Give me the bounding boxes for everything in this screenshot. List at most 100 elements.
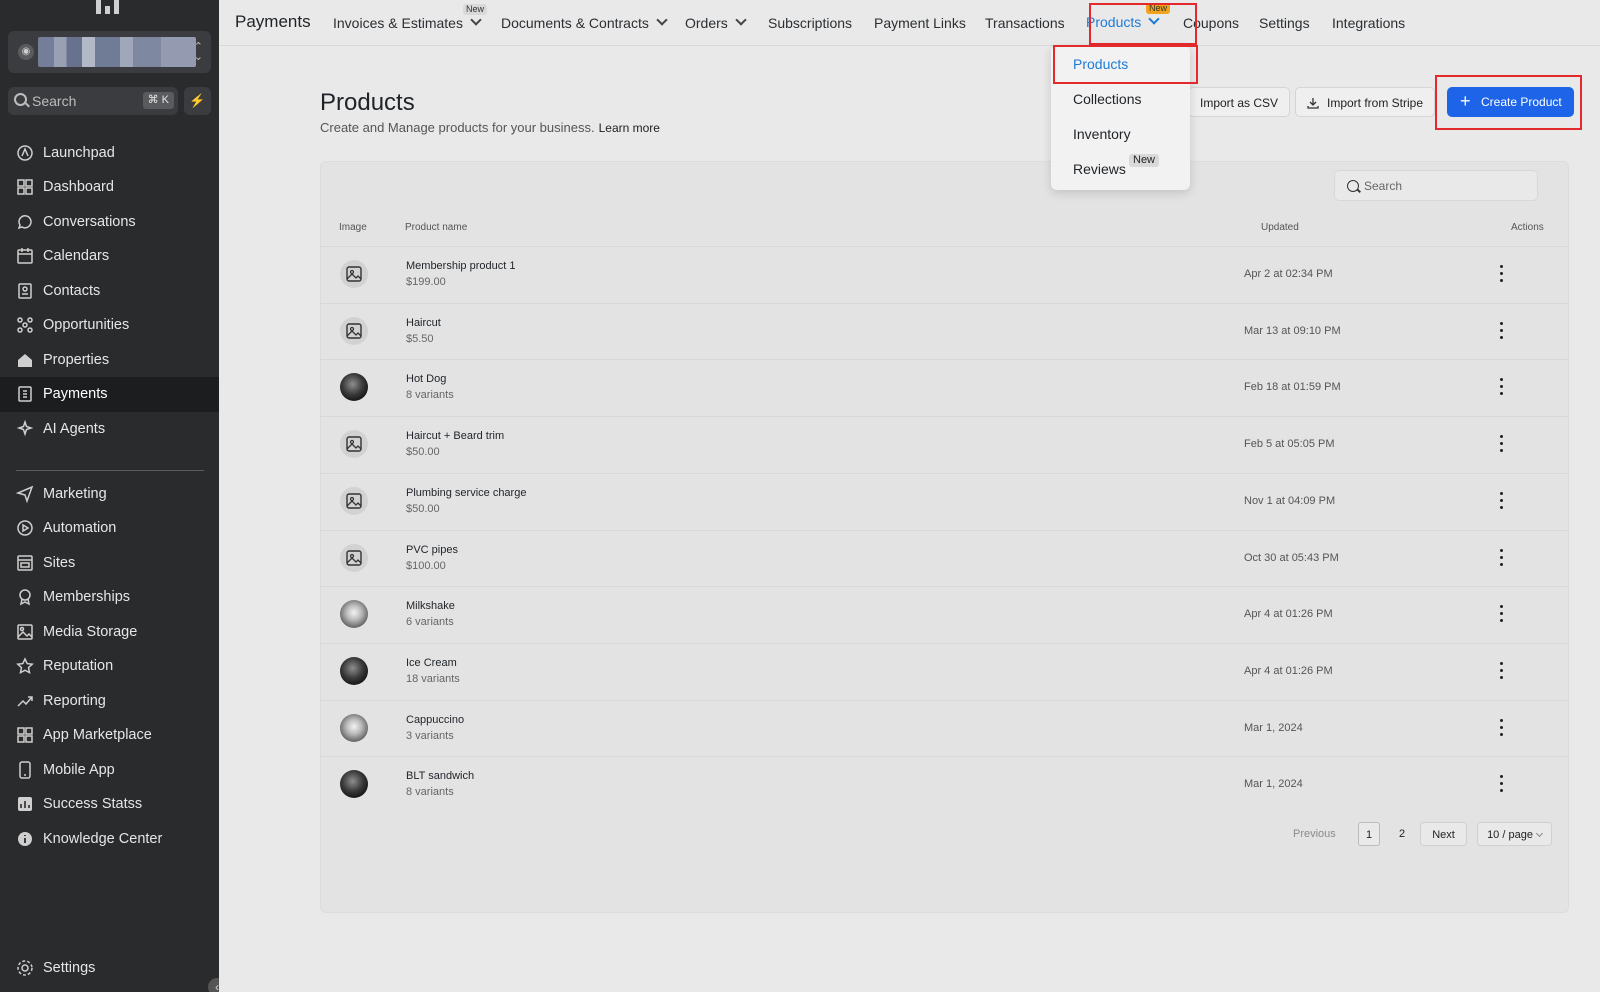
gear-icon xyxy=(16,959,34,977)
table-row[interactable]: BLT sandwich 8 variants Mar 1, 2024 xyxy=(320,756,1568,812)
sidebar-item-opportunities[interactable]: Opportunities xyxy=(0,308,219,343)
tab-transactions[interactable]: Transactions xyxy=(985,15,1065,31)
chevron-down-icon xyxy=(656,14,668,26)
phone-icon xyxy=(16,760,34,779)
sidebar-item-label: Mobile App xyxy=(43,761,115,778)
sidebar-item-label: Opportunities xyxy=(43,317,130,333)
more-actions-icon[interactable] xyxy=(1500,490,1504,512)
sidebar-item-memberships[interactable]: Memberships xyxy=(0,580,219,615)
sidebar-item-app-marketplace[interactable]: App Marketplace xyxy=(0,718,219,753)
more-actions-icon[interactable] xyxy=(1500,660,1504,682)
pagination-previous[interactable]: Previous xyxy=(1293,822,1336,846)
table-row[interactable]: PVC pipes $100.00 Oct 30 at 05:43 PM xyxy=(320,529,1568,586)
table-row[interactable]: Ice Cream 18 variants Apr 4 at 01:26 PM xyxy=(320,642,1568,699)
sidebar-item-success-statss[interactable]: Success Statss xyxy=(0,787,219,822)
table-search-input[interactable]: Search xyxy=(1334,170,1538,201)
product-name[interactable]: Plumbing service charge xyxy=(406,487,526,499)
bolt-icon[interactable]: ⚡ xyxy=(184,87,211,115)
sidebar-item-calendars[interactable]: Calendars xyxy=(0,239,219,274)
import-stripe-button[interactable]: Import from Stripe xyxy=(1295,87,1436,117)
sidebar-item-settings[interactable]: Settings xyxy=(0,953,219,983)
table-row[interactable]: Hot Dog 8 variants Feb 18 at 01:59 PM xyxy=(320,359,1568,415)
more-actions-icon[interactable] xyxy=(1500,603,1504,625)
product-name[interactable]: Membership product 1 xyxy=(406,260,515,272)
learn-more-link[interactable]: Learn more xyxy=(599,121,660,135)
tab-payment-links[interactable]: Payment Links xyxy=(874,15,966,31)
tab-subscriptions[interactable]: Subscriptions xyxy=(768,15,852,31)
product-name[interactable]: Haircut xyxy=(406,317,441,329)
sidebar-item-label: Reputation xyxy=(43,658,114,674)
column-header-updated[interactable]: Updated xyxy=(1261,222,1299,233)
table-row[interactable]: Plumbing service charge $50.00 Nov 1 at 04… xyxy=(320,472,1568,529)
sidebar-search[interactable]: Search ⌘ K xyxy=(8,87,178,115)
more-actions-icon[interactable] xyxy=(1500,263,1504,285)
pagination-page-2[interactable]: 2 xyxy=(1391,822,1413,846)
product-name[interactable]: Ice Cream xyxy=(406,657,457,669)
tab-settings[interactable]: Settings xyxy=(1259,15,1310,31)
table-row[interactable]: Membership product 1 $199.00 Apr 2 at 02:3… xyxy=(320,246,1568,302)
image-placeholder-icon xyxy=(340,316,368,345)
product-name[interactable]: Cappuccino xyxy=(406,714,464,726)
page-size-select[interactable]: 10 / page xyxy=(1477,822,1552,846)
column-header-image: Image xyxy=(339,222,367,233)
tab-invoices-estimates[interactable]: Invoices & Estimates xyxy=(333,14,482,31)
sidebar-item-automation[interactable]: Automation xyxy=(0,511,219,546)
sidebar-item-label: Memberships xyxy=(43,589,131,605)
account-switcher[interactable]: ◉ ⌃ ⌄ xyxy=(8,31,211,73)
product-detail: $5.50 xyxy=(406,332,434,345)
dropdown-item-collections[interactable]: Collections xyxy=(1073,91,1141,107)
chevron-down-icon xyxy=(1535,829,1543,838)
import-stripe-label: Import from Stripe xyxy=(1327,96,1424,110)
pagination-page-1[interactable]: 1 xyxy=(1358,822,1380,846)
sidebar-item-sites[interactable]: Sites xyxy=(0,545,219,580)
sidebar-item-contacts[interactable]: Contacts xyxy=(0,273,219,308)
updated-date: Mar 1, 2024 xyxy=(1244,721,1303,734)
sidebar-item-media-storage[interactable]: Media Storage xyxy=(0,614,219,649)
more-actions-icon[interactable] xyxy=(1500,773,1504,795)
more-actions-icon[interactable] xyxy=(1500,320,1504,342)
sidebar-item-mobile-app[interactable]: Mobile App xyxy=(0,752,219,787)
tab-integrations[interactable]: Integrations xyxy=(1332,15,1405,31)
chevron-down-icon xyxy=(735,14,747,26)
sidebar-item-reputation[interactable]: Reputation xyxy=(0,649,219,684)
sidebar-item-marketing[interactable]: Marketing xyxy=(0,476,219,511)
contacts-icon xyxy=(16,282,34,300)
dropdown-item-reviews[interactable]: Reviews xyxy=(1073,161,1126,177)
more-actions-icon[interactable] xyxy=(1500,433,1504,455)
import-csv-button[interactable]: Import as CSV xyxy=(1188,87,1291,117)
tab-orders[interactable]: Orders xyxy=(685,14,747,31)
tab-label: Subscriptions xyxy=(768,15,853,31)
sidebar-item-ai-agents[interactable]: AI Agents xyxy=(0,411,219,446)
product-name[interactable]: Haircut + Beard trim xyxy=(406,430,504,442)
import-csv-label: Import as CSV xyxy=(1200,96,1279,110)
tab-documents-contracts[interactable]: Documents & Contracts xyxy=(501,14,668,31)
more-actions-icon[interactable] xyxy=(1500,717,1504,739)
sidebar-item-properties[interactable]: Properties xyxy=(0,342,219,377)
page-title: Products xyxy=(320,89,415,116)
table-row[interactable]: Milkshake 6 variants Apr 4 at 01:26 PM xyxy=(320,586,1568,642)
sidebar-item-payments[interactable]: Payments xyxy=(0,376,219,412)
updated-date: Mar 1, 2024 xyxy=(1244,778,1303,791)
rocket-icon xyxy=(16,144,34,162)
pagination-next[interactable]: Next xyxy=(1420,822,1467,846)
sidebar-item-launchpad[interactable]: Launchpad xyxy=(0,135,219,170)
table-row[interactable]: Cappuccino 3 variants Mar 1, 2024 xyxy=(320,699,1568,756)
table-search-placeholder: Search xyxy=(1364,179,1403,193)
sidebar-item-reporting[interactable]: Reporting xyxy=(0,683,219,718)
sidebar-item-label: Marketing xyxy=(43,485,107,502)
column-header-name[interactable]: Product name xyxy=(405,222,467,233)
sidebar-item-dashboard[interactable]: Dashboard xyxy=(0,170,219,205)
more-actions-icon[interactable] xyxy=(1500,547,1504,569)
sidebar-item-conversations[interactable]: Conversations xyxy=(0,204,219,239)
dropdown-item-inventory[interactable]: Inventory xyxy=(1073,126,1131,142)
table-row[interactable]: Haircut $5.50 Mar 13 at 09:10 PM xyxy=(320,302,1568,359)
product-name[interactable]: Milkshake xyxy=(406,600,455,612)
product-name[interactable]: Hot Dog xyxy=(406,373,446,385)
product-name[interactable]: PVC pipes xyxy=(406,544,458,556)
product-name[interactable]: BLT sandwich xyxy=(406,770,474,782)
sidebar-item-label: Knowledge Center xyxy=(43,830,163,847)
table-row[interactable]: Haircut + Beard trim $50.00 Feb 5 at 05:05… xyxy=(320,416,1568,472)
sidebar-item-knowledge-center[interactable]: Knowledge Center xyxy=(0,821,219,856)
sidebar-item-label: App Marketplace xyxy=(43,727,152,743)
more-actions-icon[interactable] xyxy=(1500,376,1504,398)
